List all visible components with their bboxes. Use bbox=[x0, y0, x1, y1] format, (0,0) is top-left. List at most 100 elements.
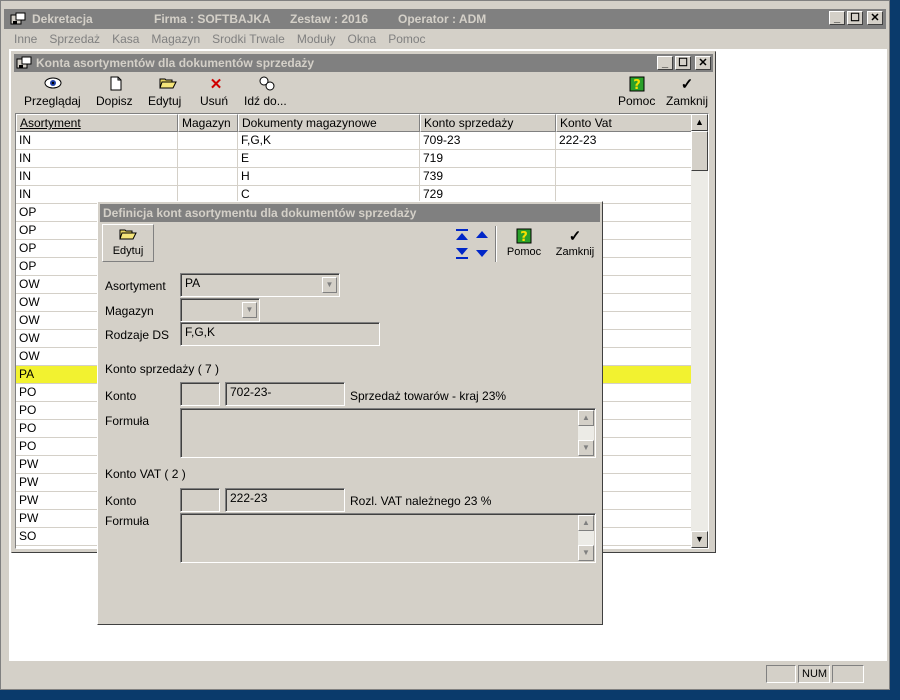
cell-magazyn bbox=[178, 168, 238, 186]
check-icon: ✓ bbox=[680, 76, 694, 93]
svg-text:?: ? bbox=[520, 230, 528, 244]
app-title: Dekretacja bbox=[32, 12, 93, 26]
formula-vat-label: Formuła bbox=[105, 514, 150, 528]
dialog-zamknij-button[interactable]: ✓ Zamknij bbox=[552, 228, 598, 258]
menu-sprzedaz[interactable]: Sprzedaż bbox=[49, 32, 100, 46]
next-record-icon[interactable] bbox=[474, 246, 490, 260]
formula-label: Formuła bbox=[105, 414, 150, 428]
cell-asortyment: IN bbox=[16, 150, 178, 168]
konto-vat-prefix[interactable] bbox=[180, 488, 220, 512]
table-row[interactable]: IN H 739 bbox=[16, 168, 693, 186]
konto-sprzedazy-field[interactable]: 702-23- bbox=[225, 382, 345, 406]
konta-titlebar[interactable]: Konta asortymentów dla dokumentów sprzed… bbox=[14, 54, 713, 72]
konto-sprzedazy-header: Konto sprzedaży ( 7 ) bbox=[105, 362, 220, 376]
memo-scrollbar[interactable]: ▲ ▼ bbox=[578, 515, 594, 561]
cell-konto-sprzedazy: 709-23 bbox=[420, 132, 556, 150]
menu-srodki-trwale[interactable]: Srodki Trwale bbox=[212, 32, 285, 46]
table-row[interactable]: IN E 719 bbox=[16, 150, 693, 168]
first-record-icon[interactable] bbox=[454, 228, 470, 242]
table-row[interactable]: IN F,G,K 709-23 222-23 bbox=[16, 132, 693, 150]
cell-dokumenty: H bbox=[238, 168, 420, 186]
cell-magazyn bbox=[178, 150, 238, 168]
close-button[interactable]: ✕ bbox=[867, 11, 883, 25]
konto-label: Konto bbox=[105, 389, 137, 403]
edytuj-button[interactable]: Edytuj bbox=[148, 76, 188, 110]
last-record-icon[interactable] bbox=[454, 246, 470, 260]
konto-vat-label: Konto bbox=[105, 494, 137, 508]
scroll-up-icon[interactable]: ▲ bbox=[578, 515, 594, 531]
menu-moduly[interactable]: Moduły bbox=[297, 32, 336, 46]
col-konto-sprzedazy[interactable]: Konto sprzedaży bbox=[420, 114, 556, 132]
cell-konto-sprzedazy: 739 bbox=[420, 168, 556, 186]
col-asortyment[interactable]: Asortyment bbox=[16, 114, 178, 132]
firma-label: Firma : SOFTBAJKA bbox=[154, 12, 271, 26]
grid-vscroll[interactable]: ▲ ▼ bbox=[691, 114, 708, 548]
grid-header: Asortyment Magazyn Dokumenty magazynowe … bbox=[16, 114, 693, 132]
scroll-up-icon[interactable]: ▲ bbox=[691, 114, 708, 131]
open-folder-icon bbox=[103, 227, 153, 245]
menu-inne[interactable]: Inne bbox=[14, 32, 37, 46]
scroll-up-icon[interactable]: ▲ bbox=[578, 410, 594, 426]
cell-asortyment: IN bbox=[16, 168, 178, 186]
scroll-down-icon[interactable]: ▼ bbox=[691, 531, 708, 548]
scroll-down-icon[interactable]: ▼ bbox=[578, 545, 594, 561]
cell-dokumenty: E bbox=[238, 150, 420, 168]
cell-konto-vat bbox=[556, 168, 693, 186]
konto-sprzedazy-desc: Sprzedaż towarów - kraj 23% bbox=[350, 389, 507, 403]
cell-konto-vat: 222-23 bbox=[556, 132, 693, 150]
check-icon: ✓ bbox=[568, 228, 582, 245]
dialog-title[interactable]: Definicja kont asortymentu dla dokumentó… bbox=[100, 204, 600, 222]
open-folder-icon bbox=[148, 76, 188, 94]
rodzaje-ds-field[interactable]: F,G,K bbox=[180, 322, 380, 346]
delete-x-icon: ✕ bbox=[209, 76, 223, 93]
magazyn-label: Magazyn bbox=[105, 304, 154, 318]
dialog-pomoc-button[interactable]: ? Pomoc bbox=[502, 228, 546, 258]
child-maximize-button[interactable]: ☐ bbox=[675, 56, 691, 70]
memo-scrollbar[interactable]: ▲ ▼ bbox=[578, 410, 594, 456]
konto-vat-field[interactable]: 222-23 bbox=[225, 488, 345, 512]
konto-sprzedazy-prefix[interactable] bbox=[180, 382, 220, 406]
pomoc-button[interactable]: ? Pomoc bbox=[618, 76, 656, 110]
idz-do-button[interactable]: Idź do... bbox=[244, 76, 290, 110]
chevron-down-icon[interactable]: ▼ bbox=[242, 302, 257, 318]
cell-dokumenty: F,G,K bbox=[238, 132, 420, 150]
menu-kasa[interactable]: Kasa bbox=[112, 32, 139, 46]
svg-text:?: ? bbox=[633, 78, 641, 92]
col-magazyn[interactable]: Magazyn bbox=[178, 114, 238, 132]
definicja-dialog: Definicja kont asortymentu dla dokumentó… bbox=[97, 201, 603, 625]
child-close-button[interactable]: ✕ bbox=[695, 56, 711, 70]
minimize-button[interactable]: _ bbox=[829, 11, 845, 25]
konto-vat-header: Konto VAT ( 2 ) bbox=[105, 467, 186, 481]
dialog-edytuj-button[interactable]: Edytuj bbox=[102, 224, 154, 262]
cell-konto-sprzedazy: 719 bbox=[420, 150, 556, 168]
child-minimize-button[interactable]: _ bbox=[657, 56, 673, 70]
asortyment-select[interactable]: PA ▼ bbox=[180, 273, 340, 297]
menu-magazyn[interactable]: Magazyn bbox=[151, 32, 200, 46]
col-dokumenty[interactable]: Dokumenty magazynowe bbox=[238, 114, 420, 132]
prev-record-icon[interactable] bbox=[474, 228, 490, 242]
przegladaj-button[interactable]: Przeglądaj bbox=[24, 76, 82, 110]
operator-label: Operator : ADM bbox=[398, 12, 487, 26]
maximize-button[interactable]: ☐ bbox=[847, 11, 863, 25]
new-document-icon bbox=[96, 76, 136, 94]
chevron-down-icon[interactable]: ▼ bbox=[322, 277, 337, 293]
formula-sprzedazy-memo[interactable]: ▲ ▼ bbox=[180, 408, 596, 458]
goto-icon bbox=[244, 76, 290, 94]
status-num: NUM bbox=[798, 665, 830, 683]
menu-okna[interactable]: Okna bbox=[348, 32, 377, 46]
col-konto-vat[interactable]: Konto Vat bbox=[556, 114, 693, 132]
zamknij-button[interactable]: ✓ Zamknij bbox=[666, 76, 708, 110]
magazyn-select[interactable]: ▼ bbox=[180, 298, 260, 322]
cell-konto-vat bbox=[556, 150, 693, 168]
usun-button[interactable]: ✕ Usuń bbox=[200, 76, 232, 110]
eye-icon bbox=[24, 76, 82, 94]
formula-vat-memo[interactable]: ▲ ▼ bbox=[180, 513, 596, 563]
scroll-thumb[interactable] bbox=[691, 131, 708, 171]
konta-toolbar: Przeglądaj Dopisz Edytuj ✕ Usuń Idź do..… bbox=[14, 74, 713, 110]
window-icon bbox=[16, 56, 32, 69]
menu-pomoc[interactable]: Pomoc bbox=[388, 32, 425, 46]
dopisz-button[interactable]: Dopisz bbox=[96, 76, 136, 110]
konta-title: Konta asortymentów dla dokumentów sprzed… bbox=[36, 56, 315, 70]
app-titlebar[interactable]: Dekretacja Firma : SOFTBAJKA Zestaw : 20… bbox=[4, 9, 886, 29]
scroll-down-icon[interactable]: ▼ bbox=[578, 440, 594, 456]
